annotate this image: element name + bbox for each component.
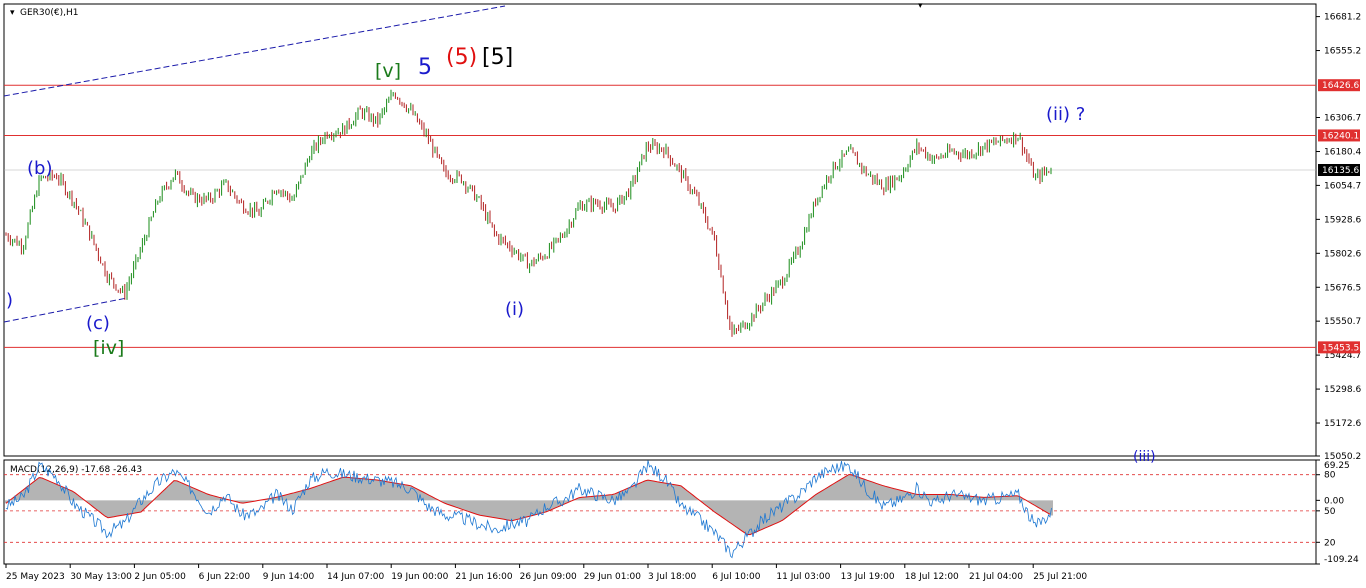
time-tick-label: 25 Jul 21:00 bbox=[1033, 572, 1087, 582]
time-tick-label: 14 Jun 07:00 bbox=[327, 572, 384, 582]
wave-label-i: (i) bbox=[505, 299, 524, 320]
wave-label-c: (c) bbox=[86, 313, 110, 334]
current-price-tag: 16135.6 bbox=[1318, 164, 1360, 176]
price-tick-label: 16054.7 bbox=[1324, 181, 1361, 191]
price-tick-label: 16555.2 bbox=[1324, 47, 1361, 57]
wave-label-paren-close: ) bbox=[6, 290, 13, 311]
time-tick-label: 6 Jun 22:00 bbox=[199, 572, 251, 582]
time-tick-label: 6 Jul 10:00 bbox=[712, 572, 761, 582]
chart-canvas: ▾ GER30(€),H1 ▾ [v] 5 (5) [5] (b) (c) [i… bbox=[3, 1, 1361, 582]
current-price-value: 16135.6 bbox=[1322, 166, 1359, 176]
level-tag-value: 16240.1 bbox=[1322, 131, 1359, 141]
time-tick-label: 2 Jun 05:00 bbox=[134, 572, 186, 582]
scroll-marker-icon[interactable]: ▾ bbox=[918, 1, 923, 11]
time-tick-label: 11 Jul 03:00 bbox=[776, 572, 830, 582]
price-tick-label: 16681.2 bbox=[1324, 13, 1361, 23]
time-tick-label: 13 Jul 19:00 bbox=[841, 572, 895, 582]
wave-label-bracket-5: [5] bbox=[482, 45, 513, 70]
time-tick-label: 18 Jul 12:00 bbox=[905, 572, 959, 582]
macd-tick-label: 0.00 bbox=[1324, 496, 1344, 506]
macd-tick-label: 80 bbox=[1324, 471, 1336, 481]
wave-label-iii: (iii) bbox=[1133, 449, 1156, 465]
time-axis: 25 May 2023 30 May 13:00 2 Jun 05:00 6 Jun … bbox=[5, 564, 1087, 582]
symbol-label: GER30(€),H1 bbox=[20, 8, 78, 18]
time-tick-label: 19 Jun 00:00 bbox=[391, 572, 448, 582]
main-plot-frame bbox=[3, 3, 1317, 457]
time-tick-label: 25 May 2023 bbox=[6, 572, 65, 582]
time-tick-label: 21 Jun 16:00 bbox=[455, 572, 512, 582]
wave-label-v: [v] bbox=[375, 60, 401, 82]
symbol-triangle-icon: ▾ bbox=[10, 8, 15, 18]
price-tick-label: 15676.5 bbox=[1324, 283, 1361, 293]
macd-axis: 69.2580 0.0050 20 -109.24 bbox=[1316, 459, 1359, 565]
time-tick-label: 29 Jun 01:00 bbox=[584, 572, 641, 582]
price-tick-label: 15550.7 bbox=[1324, 317, 1361, 327]
level-tag-value: 15453.5 bbox=[1322, 343, 1359, 353]
macd-tick-label: 20 bbox=[1324, 538, 1336, 548]
price-tick-label: 16180.4 bbox=[1324, 148, 1361, 158]
price-tick-label: 15802.6 bbox=[1324, 249, 1361, 259]
time-tick-label: 26 Jun 09:00 bbox=[520, 572, 577, 582]
macd-tick-label: 69.25 bbox=[1324, 461, 1350, 471]
level-tag-value: 16426.6 bbox=[1322, 81, 1359, 91]
price-tick-label: 15928.6 bbox=[1324, 215, 1361, 225]
time-tick-label: 30 May 13:00 bbox=[70, 572, 132, 582]
macd-label: MACD(12,26,9) -17.68 -26.43 bbox=[10, 465, 142, 475]
price-tick-label: 15172.6 bbox=[1324, 419, 1361, 429]
macd-plot-frame bbox=[3, 459, 1317, 565]
macd-tick-label: -109.24 bbox=[1324, 555, 1359, 565]
time-tick-label: 3 Jul 18:00 bbox=[648, 572, 697, 582]
wave-label-iv: [iv] bbox=[93, 337, 124, 359]
wave-label-ii: (ii) ? bbox=[1046, 104, 1085, 125]
wave-label-b: (b) bbox=[27, 158, 52, 179]
wave-label-paren-5: (5) bbox=[446, 45, 477, 70]
price-tick-label: 16306.7 bbox=[1324, 113, 1361, 123]
macd-tick-label: 50 bbox=[1324, 507, 1336, 517]
price-tick-label: 15298.6 bbox=[1324, 385, 1361, 395]
time-tick-label: 21 Jul 04:00 bbox=[969, 572, 1023, 582]
time-tick-label: 9 Jun 14:00 bbox=[263, 572, 315, 582]
wave-label-5: 5 bbox=[418, 55, 432, 80]
